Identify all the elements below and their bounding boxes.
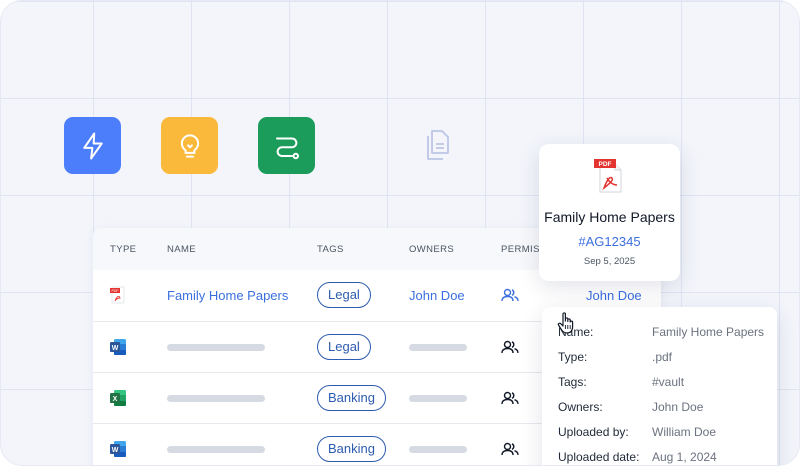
owner-link-extra[interactable]: John Doe (586, 288, 642, 303)
detail-key: Uploaded by: (558, 425, 629, 439)
document-details-popover: Name: Family Home Papers Type: .pdf Tags… (542, 307, 777, 465)
svg-text:X: X (113, 396, 118, 403)
pdf-icon: PDF (110, 286, 125, 304)
header-name[interactable]: NAME (167, 244, 196, 255)
detail-value: Aug 1, 2024 (652, 450, 717, 464)
document-title: Family Home Papers (544, 209, 675, 225)
lightbulb-icon (180, 133, 199, 158)
detail-value: Family Home Papers (652, 325, 765, 339)
owner-link[interactable]: John Doe (409, 288, 465, 303)
detail-value: #vault (652, 375, 685, 389)
name-placeholder (167, 344, 265, 351)
users-icon[interactable] (501, 288, 519, 302)
word-icon: W (110, 339, 126, 355)
pdf-file-icon: PDF (594, 159, 622, 193)
lightning-tile[interactable] (64, 117, 121, 174)
pdf-badge-text: PDF (599, 161, 612, 168)
owner-placeholder (409, 344, 467, 351)
header-owners[interactable]: OWNERS (409, 244, 454, 255)
header-type[interactable]: TYPE (110, 244, 136, 255)
hand-cursor-icon (557, 312, 574, 334)
detail-key: Uploaded date: (558, 450, 640, 464)
tag-pill[interactable]: Legal (317, 334, 371, 360)
word-icon: W (110, 441, 126, 457)
users-icon[interactable] (501, 340, 519, 354)
detail-key: Owners: (558, 400, 603, 414)
name-placeholder (167, 395, 265, 402)
tag-pill[interactable]: Legal (317, 282, 371, 308)
name-placeholder (167, 446, 265, 453)
document-code[interactable]: #AG12345 (539, 234, 680, 249)
users-icon[interactable] (501, 391, 519, 405)
detail-key: Type: (558, 350, 588, 364)
lightbulb-tile[interactable] (161, 117, 218, 174)
route-tile[interactable] (258, 117, 315, 174)
route-icon (275, 137, 299, 159)
detail-value: John Doe (652, 400, 704, 414)
svg-text:W: W (112, 447, 119, 454)
document-preview-card[interactable]: PDF Family Home Papers #AG12345 Sep 5, 2… (539, 144, 680, 281)
lightning-icon (82, 132, 103, 159)
detail-value: William Doe (652, 425, 717, 439)
svg-text:PDF: PDF (112, 289, 119, 293)
detail-key: Tags: (558, 375, 587, 389)
tag-pill[interactable]: Banking (317, 385, 386, 411)
detail-value: .pdf (652, 350, 673, 364)
background-canvas: TYPE NAME TAGS OWNERS PERMISS PDF Family… (0, 0, 800, 466)
excel-icon: X (110, 390, 126, 406)
document-date: Sep 5, 2025 (583, 256, 636, 267)
documents-icon (427, 130, 449, 160)
owner-placeholder (409, 395, 467, 402)
tag-pill[interactable]: Banking (317, 436, 386, 462)
document-name-link[interactable]: Family Home Papers (167, 288, 288, 303)
users-icon[interactable] (501, 442, 519, 456)
owner-placeholder (409, 446, 467, 453)
svg-text:W: W (112, 345, 119, 352)
header-tags[interactable]: TAGS (317, 244, 344, 255)
